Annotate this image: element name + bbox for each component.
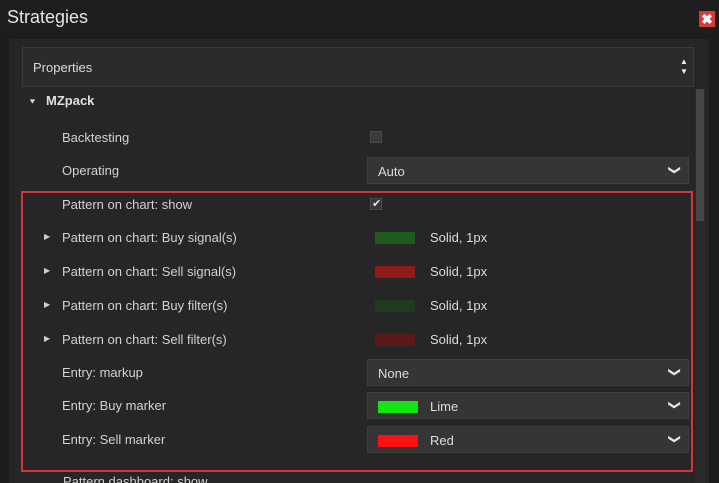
expand-icon[interactable]: ▶ (44, 334, 50, 343)
row-entry-markup: Entry: markup None ❯ (22, 356, 698, 389)
spin-down-icon[interactable]: ▼ (680, 67, 688, 77)
row-label: Operating (62, 163, 120, 178)
row-label: Pattern on chart: Buy filter(s) (62, 298, 228, 313)
row-label: Pattern on chart: Buy signal(s) (62, 230, 237, 245)
color-swatch (378, 435, 418, 447)
expand-icon[interactable]: ▶ (44, 266, 50, 275)
expand-icon[interactable]: ▶ (44, 300, 50, 309)
close-button[interactable]: ✖ (699, 11, 715, 27)
row-label: Entry: Sell marker (62, 432, 166, 447)
select-value: None (378, 366, 410, 381)
collapse-icon[interactable]: ▼ (28, 97, 37, 105)
color-swatch[interactable] (375, 300, 415, 312)
properties-label: Properties (33, 60, 93, 75)
buy-marker-select[interactable]: Lime ❯ (367, 392, 689, 419)
pattern-show-checkbox[interactable]: ✔ (370, 198, 382, 210)
chevron-down-icon: ❯ (667, 433, 682, 445)
row-label: Entry: Buy marker (62, 398, 167, 413)
row-buy-filters: ▶ Pattern on chart: Buy filter(s) Solid,… (22, 289, 698, 322)
strategy-properties-panel: Properties ▲ ▼ ▼ MZpack Backtesting Oper… (9, 39, 709, 483)
row-operating: Operating Auto ❯ (22, 154, 698, 187)
color-swatch[interactable] (375, 334, 415, 346)
row-label: Pattern on chart: Sell signal(s) (62, 264, 237, 279)
color-swatch[interactable] (375, 232, 415, 244)
row-label-dashboard-show: Pattern dashboard: show (63, 474, 208, 483)
stroke-value[interactable]: Solid, 1px (430, 230, 487, 245)
select-value: Lime (430, 399, 459, 414)
group-label: MZpack (46, 93, 95, 108)
row-pattern-show: Pattern on chart: show ✔ (22, 188, 698, 221)
row-label: Entry: markup (62, 365, 143, 380)
properties-spinner[interactable]: ▲ ▼ (680, 57, 688, 77)
scrollbar-thumb[interactable] (696, 89, 704, 221)
window-titlebar: Strategies ✖ (0, 0, 719, 34)
expand-icon[interactable]: ▶ (44, 232, 50, 241)
stroke-value[interactable]: Solid, 1px (430, 298, 487, 313)
sell-marker-select[interactable]: Red ❯ (367, 426, 689, 453)
group-mzpack[interactable]: ▼ MZpack (22, 87, 698, 120)
select-value: Red (430, 433, 454, 448)
stroke-value[interactable]: Solid, 1px (430, 332, 487, 347)
select-value: Auto (378, 164, 405, 179)
close-icon: ✖ (701, 11, 713, 27)
spin-up-icon[interactable]: ▲ (680, 57, 688, 67)
row-sell-marker: Entry: Sell marker Red ❯ (22, 423, 698, 456)
chevron-down-icon: ❯ (667, 164, 682, 176)
row-label: Pattern on chart: show (62, 197, 193, 212)
chevron-down-icon: ❯ (667, 399, 682, 411)
row-buy-marker: Entry: Buy marker Lime ❯ (22, 389, 698, 422)
row-sell-filters: ▶ Pattern on chart: Sell filter(s) Solid… (22, 323, 698, 356)
row-label: Backtesting (62, 130, 130, 145)
chevron-down-icon: ❯ (667, 366, 682, 378)
color-swatch (378, 401, 418, 413)
row-sell-signals: ▶ Pattern on chart: Sell signal(s) Solid… (22, 255, 698, 288)
stroke-value[interactable]: Solid, 1px (430, 264, 487, 279)
color-swatch[interactable] (375, 266, 415, 278)
operating-select[interactable]: Auto ❯ (367, 157, 689, 184)
vertical-scrollbar[interactable] (695, 89, 705, 483)
properties-header: Properties ▲ ▼ (22, 47, 694, 87)
row-backtesting: Backtesting (22, 121, 698, 154)
row-label: Pattern on chart: Sell filter(s) (62, 332, 227, 347)
row-buy-signals: ▶ Pattern on chart: Buy signal(s) Solid,… (22, 221, 698, 254)
window-title: Strategies (7, 7, 89, 27)
property-grid: ▼ MZpack Backtesting Operating Auto ❯ Pa… (22, 87, 698, 483)
check-icon: ✔ (372, 198, 382, 210)
entry-markup-select[interactable]: None ❯ (367, 359, 689, 386)
backtesting-checkbox[interactable] (370, 131, 382, 143)
